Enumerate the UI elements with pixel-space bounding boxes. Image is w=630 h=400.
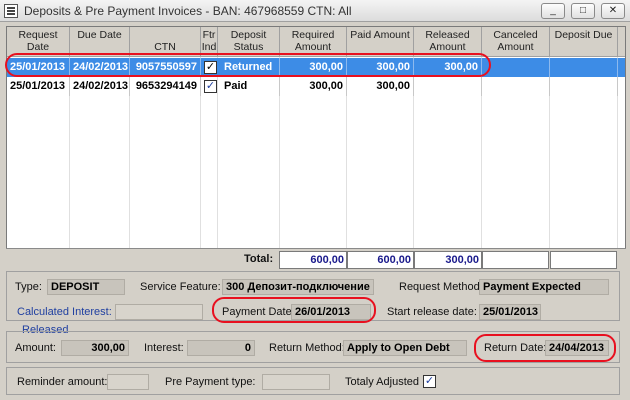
- return-method-label: Return Method:: [269, 342, 345, 354]
- calculated-interest-label: Calculated Interest:: [17, 306, 112, 318]
- cell-paid-amount: 300,00: [347, 58, 414, 77]
- cell-request-date: 25/01/2013: [7, 58, 70, 77]
- start-release-date-label: Start release date:: [387, 306, 477, 318]
- cell-released-amount: 300,00: [414, 58, 482, 77]
- cell-deposit-due: [550, 77, 618, 96]
- col-header-request-date[interactable]: Request Date: [7, 27, 70, 57]
- deposits-grid[interactable]: Request Date Due Date CTN Ftr Ind Deposi…: [6, 26, 626, 270]
- cell-required-amount: 300,00: [280, 77, 347, 96]
- service-feature-label: Service Feature:: [140, 281, 221, 293]
- return-date-field: 24/04/2013: [545, 340, 609, 356]
- cell-due-date: 24/02/2013: [70, 77, 130, 96]
- cell-canceled-amount: [482, 58, 550, 77]
- col-header-ftr-ind[interactable]: Ftr Ind: [201, 27, 218, 57]
- ftr-ind-checkbox[interactable]: ✓: [204, 80, 217, 93]
- deposit-info-group: Type: DEPOSIT Service Feature: 300 Депоз…: [6, 271, 620, 321]
- prepayment-type-label: Pre Payment type:: [165, 376, 256, 388]
- total-released: 300,00: [414, 251, 482, 269]
- cell-paid-amount: 300,00: [347, 77, 414, 96]
- start-release-date-field: 25/01/2013: [479, 304, 541, 320]
- request-method-label: Request Method:: [399, 281, 483, 293]
- details-panel: Type: DEPOSIT Service Feature: 300 Депоз…: [6, 271, 626, 399]
- col-header-deposit-status[interactable]: Deposit Status: [218, 27, 280, 57]
- payment-date-field: 26/01/2013: [291, 304, 371, 320]
- totals-label: Total:: [244, 253, 274, 265]
- minimize-button[interactable]: _: [541, 3, 565, 19]
- request-method-field: Payment Expected: [479, 279, 609, 295]
- adjustment-group: Reminder amount: Pre Payment type: Total…: [6, 367, 620, 395]
- col-header-paid-amount[interactable]: Paid Amount: [347, 27, 414, 57]
- totaly-adjusted-checkbox[interactable]: ✓: [423, 375, 436, 388]
- total-deposit-due: [550, 251, 617, 269]
- col-header-deposit-due[interactable]: Deposit Due: [550, 27, 618, 57]
- cell-canceled-amount: [482, 77, 550, 96]
- cell-deposit-due: [550, 58, 618, 77]
- totaly-adjusted-label: Totaly Adjusted: [345, 376, 419, 388]
- cell-released-amount: [414, 77, 482, 96]
- cell-ctn: 9057550597: [130, 58, 201, 77]
- calculated-interest-field: [115, 304, 203, 320]
- return-method-field: Apply to Open Debt: [343, 340, 467, 356]
- cell-deposit-status: Returned: [218, 58, 280, 77]
- col-header-released-amount[interactable]: Released Amount: [414, 27, 482, 57]
- reminder-amount-field: [107, 374, 149, 390]
- maximize-button[interactable]: □: [571, 3, 595, 19]
- total-canceled: [482, 251, 549, 269]
- total-paid: 600,00: [347, 251, 414, 269]
- total-required: 600,00: [279, 251, 347, 269]
- window-title: Deposits & Pre Payment Invoices - BAN: 4…: [24, 4, 352, 18]
- amount-field: 300,00: [61, 340, 129, 356]
- cell-ctn: 9653294149: [130, 77, 201, 96]
- col-header-due-date[interactable]: Due Date: [70, 27, 130, 57]
- type-field: DEPOSIT: [47, 279, 125, 295]
- col-header-required-amount[interactable]: Required Amount: [280, 27, 347, 57]
- app-icon: [4, 4, 18, 18]
- col-header-ctn[interactable]: CTN: [130, 27, 201, 57]
- cell-request-date: 25/01/2013: [7, 77, 70, 96]
- interest-field: 0: [187, 340, 255, 356]
- interest-label: Interest:: [144, 342, 184, 354]
- cell-deposit-status: Paid: [218, 77, 280, 96]
- title-bar: Deposits & Pre Payment Invoices - BAN: 4…: [0, 0, 630, 22]
- ftr-ind-checkbox[interactable]: ✓: [204, 61, 217, 74]
- reminder-amount-label: Reminder amount:: [17, 376, 108, 388]
- cell-required-amount: 300,00: [280, 58, 347, 77]
- table-row[interactable]: 25/01/2013 24/02/2013 9653294149 ✓ Paid …: [7, 77, 625, 96]
- payment-date-label: Payment Date:: [222, 306, 295, 318]
- released-group: Amount: 300,00 Interest: 0 Return Method…: [6, 331, 620, 363]
- table-row[interactable]: 25/01/2013 24/02/2013 9057550597 ✓ Retur…: [7, 58, 625, 77]
- totals-bar: Total: 600,00 600,00 300,00: [6, 248, 626, 270]
- amount-label: Amount:: [15, 342, 56, 354]
- prepayment-type-field: [262, 374, 330, 390]
- type-label: Type:: [15, 281, 42, 293]
- close-button[interactable]: ✕: [601, 3, 625, 19]
- return-date-label: Return Date:: [484, 342, 547, 354]
- col-header-canceled-amount[interactable]: Canceled Amount: [482, 27, 550, 57]
- col-header-filler: [618, 27, 625, 57]
- cell-due-date: 24/02/2013: [70, 58, 130, 77]
- service-feature-field: 300 Депозит-подключение: [222, 279, 374, 295]
